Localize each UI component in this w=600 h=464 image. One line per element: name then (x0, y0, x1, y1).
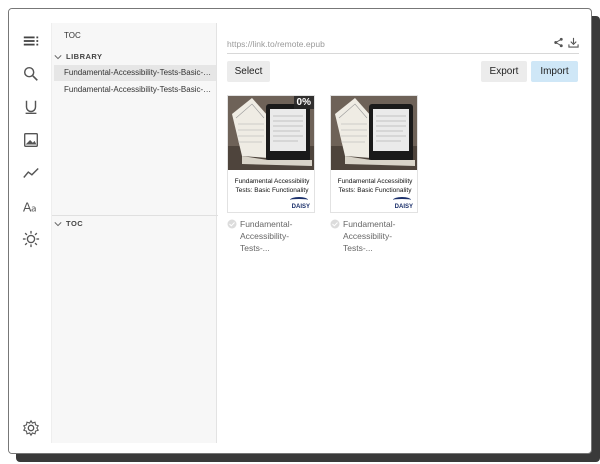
chevron-down-icon (54, 54, 62, 59)
cover-title: Fundamental Accessibility Tests: Basic F… (234, 178, 310, 194)
cover-photo (331, 96, 417, 170)
daisy-logo (290, 197, 308, 203)
trend-icon[interactable] (21, 163, 41, 183)
search-icon[interactable] (21, 64, 41, 84)
export-button[interactable]: Export (481, 61, 527, 82)
font-icon[interactable]: Aa (21, 196, 41, 216)
sidebar-title: TOC (64, 31, 81, 40)
toc-header[interactable]: TOC (54, 219, 83, 228)
book-caption: Fundamental- Accessibility-Tests-... (330, 218, 418, 254)
reader-window: Aa TOC LIBRARY Fundamental-Accessibility… (8, 8, 592, 454)
daisy-logo (393, 197, 411, 203)
image-icon[interactable] (21, 130, 41, 150)
chevron-down-icon (54, 221, 62, 226)
book-caption-line: Accessibility-Tests-... (240, 231, 290, 253)
settings-icon[interactable] (21, 418, 41, 438)
book-cover[interactable]: Fundamental Accessibility Tests: Basic F… (330, 95, 418, 213)
book-caption-line: Fundamental- (240, 219, 293, 229)
book-caption: Fundamental- Accessibility-Tests-... (227, 218, 315, 254)
sidebar: TOC LIBRARY Fundamental-Accessibility-Te… (51, 23, 218, 443)
progress-badge: 0% (293, 96, 314, 109)
publisher-logo-text: DAISY (394, 204, 413, 210)
book-caption-line: Accessibility-Tests-... (343, 231, 393, 253)
book-caption-line: Fundamental- (343, 219, 396, 229)
select-button[interactable]: Select (227, 61, 270, 82)
import-button[interactable]: Import (531, 61, 578, 82)
underline-icon[interactable] (21, 97, 41, 117)
library-header[interactable]: LIBRARY (54, 52, 103, 61)
url-input[interactable] (227, 35, 527, 53)
sidebar-divider (52, 215, 218, 216)
toc-header-label: TOC (66, 219, 84, 228)
check-circle-icon (227, 219, 237, 229)
library-item[interactable]: Fundamental-Accessibility-Tests-Basic-Fu… (54, 82, 216, 98)
download-icon[interactable] (568, 37, 579, 48)
cover-title: Fundamental Accessibility Tests: Basic F… (337, 178, 413, 194)
main-panel: Select Export Import 0% Fundamental Acce… (217, 9, 591, 453)
icon-rail: Aa (9, 9, 51, 453)
check-circle-icon (330, 219, 340, 229)
brightness-icon[interactable] (21, 229, 41, 249)
svg-text:a: a (31, 204, 37, 214)
book-cover[interactable]: 0% Fundamental Accessibility Tests: Basi… (227, 95, 315, 213)
url-bar (227, 34, 579, 54)
library-header-label: LIBRARY (66, 52, 103, 61)
menu-icon[interactable] (21, 31, 41, 51)
book-card[interactable]: Fundamental Accessibility Tests: Basic F… (330, 95, 418, 254)
library-item[interactable]: Fundamental-Accessibility-Tests-Basic-Fu… (54, 65, 216, 81)
book-card[interactable]: 0% Fundamental Accessibility Tests: Basi… (227, 95, 315, 254)
share-icon[interactable] (553, 37, 564, 48)
publisher-logo-text: DAISY (291, 204, 310, 210)
